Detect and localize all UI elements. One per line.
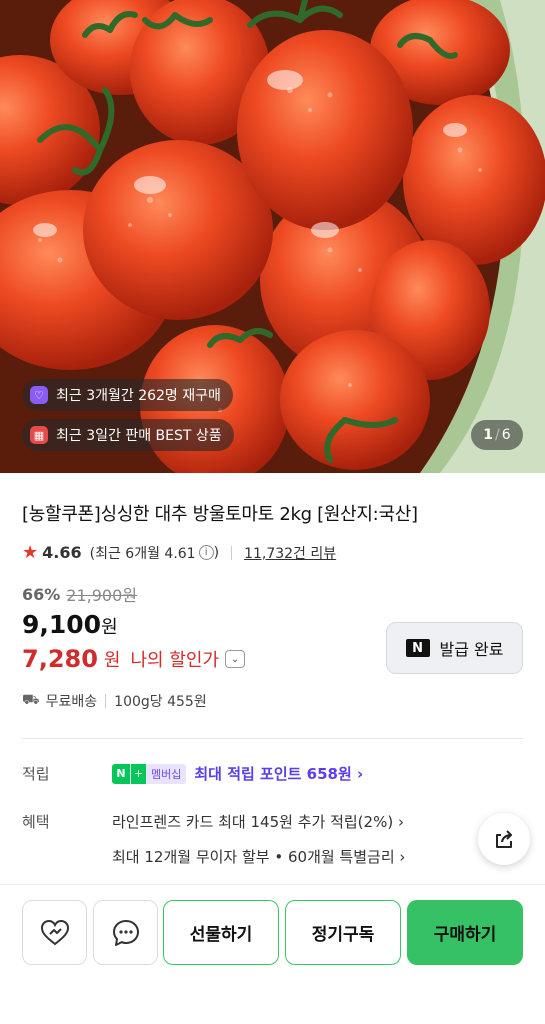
star-icon: ★	[22, 542, 39, 563]
card-benefit-link[interactable]: 라인프렌즈 카드 최대 145원 추가 적립(2%) ›	[112, 811, 405, 832]
share-icon	[496, 830, 512, 848]
subscribe-button[interactable]: 정기구독	[285, 900, 401, 965]
my-price-unit: 원	[103, 650, 121, 671]
points-label: 적립	[22, 765, 50, 783]
discount-row: 66% 21,900원	[22, 582, 137, 606]
benefit-label: 혜택	[22, 813, 50, 831]
best-seller-badge: ▦ 최근 3일간 판매 BEST 상품	[22, 419, 234, 451]
rating-row: ★ 4.66 (최근 6개월 4.61 i ) 11,732건 리뷰	[22, 542, 336, 563]
coupon-label: 발급 완료	[439, 640, 504, 659]
heart-icon	[40, 919, 69, 945]
my-discount-price[interactable]: 7,280 원 나의 할인가 ⌄	[22, 645, 246, 673]
product-title: [농할쿠폰]싱싱한 대추 방울토마토 2kg [원산지:국산]	[22, 504, 418, 525]
my-price-label: 나의 할인가	[130, 650, 220, 671]
original-price: 21,900원	[66, 586, 138, 605]
section-divider	[22, 738, 523, 739]
chevron-down-icon[interactable]: ⌄	[225, 650, 246, 668]
gift-icon: ▦	[30, 426, 48, 444]
badge-membership: 멤버십	[146, 763, 187, 784]
coupon-issued-button[interactable]: N 발급 완료	[386, 622, 523, 674]
max-points-link[interactable]: 최대 적립 포인트 658원 ›	[194, 763, 363, 784]
divider	[105, 694, 107, 708]
repurchase-badge: ♡ 최근 3개월간 262명 재구매	[22, 379, 233, 411]
image-page-indicator: 1 / 6	[471, 420, 523, 450]
bottom-action-bar: 선물하기 정기구독 구매하기	[0, 884, 545, 1024]
badge-n: N	[112, 763, 130, 784]
benefit-row: 혜택 라인프렌즈 카드 최대 145원 추가 적립(2%) › 최대 12개월 …	[22, 811, 405, 867]
gift-button[interactable]: 선물하기	[163, 900, 279, 965]
chat-bubble-icon	[112, 919, 139, 946]
page-current: 1	[483, 427, 494, 443]
truck-icon: ⛟	[22, 692, 40, 708]
discount-rate: 66%	[22, 584, 61, 604]
rating-value: 4.66	[42, 543, 82, 562]
page-total: 6	[501, 427, 511, 443]
naver-logo-icon: N	[405, 639, 430, 657]
divider	[231, 545, 233, 560]
repurchase-badge-label: 최근 3개월간 262명 재구매	[56, 388, 221, 404]
talk-chat-button[interactable]	[93, 900, 158, 965]
wishlist-button[interactable]	[22, 900, 87, 965]
recent-rating: (최근 6개월 4.61	[89, 545, 196, 562]
my-price-value: 7,280	[22, 645, 98, 673]
product-image[interactable]: ♡ 최근 3개월간 262명 재구매 ▦ 최근 3일간 판매 BEST 상품 1…	[0, 0, 545, 473]
installment-benefit-link[interactable]: 최대 12개월 무이자 할부 • 60개월 특별금리 ›	[112, 846, 405, 867]
shopping-bag-icon: ♡	[30, 386, 48, 404]
share-button[interactable]	[478, 813, 530, 865]
naver-plus-membership-badge: N + 멤버십	[112, 763, 187, 784]
best-seller-badge-label: 최근 3일간 판매 BEST 상품	[56, 428, 222, 444]
recent-rating-close: )	[213, 544, 220, 561]
review-count-link[interactable]: 11,732건 리뷰	[244, 543, 336, 563]
buy-button[interactable]: 구매하기	[407, 900, 523, 965]
shipping-row: ⛟ 무료배송 100g당 455원	[22, 691, 207, 711]
unit-price: 100g당 455원	[114, 694, 207, 710]
sale-price-value: 9,100	[22, 610, 102, 639]
sale-price: 9,100원	[22, 610, 118, 639]
sale-price-unit: 원	[101, 617, 118, 638]
points-row[interactable]: 적립 N + 멤버십 최대 적립 포인트 658원 ›	[22, 763, 363, 784]
info-icon[interactable]: i	[198, 545, 214, 560]
shipping-text: 무료배송	[45, 694, 98, 710]
badge-plus: +	[130, 763, 146, 784]
